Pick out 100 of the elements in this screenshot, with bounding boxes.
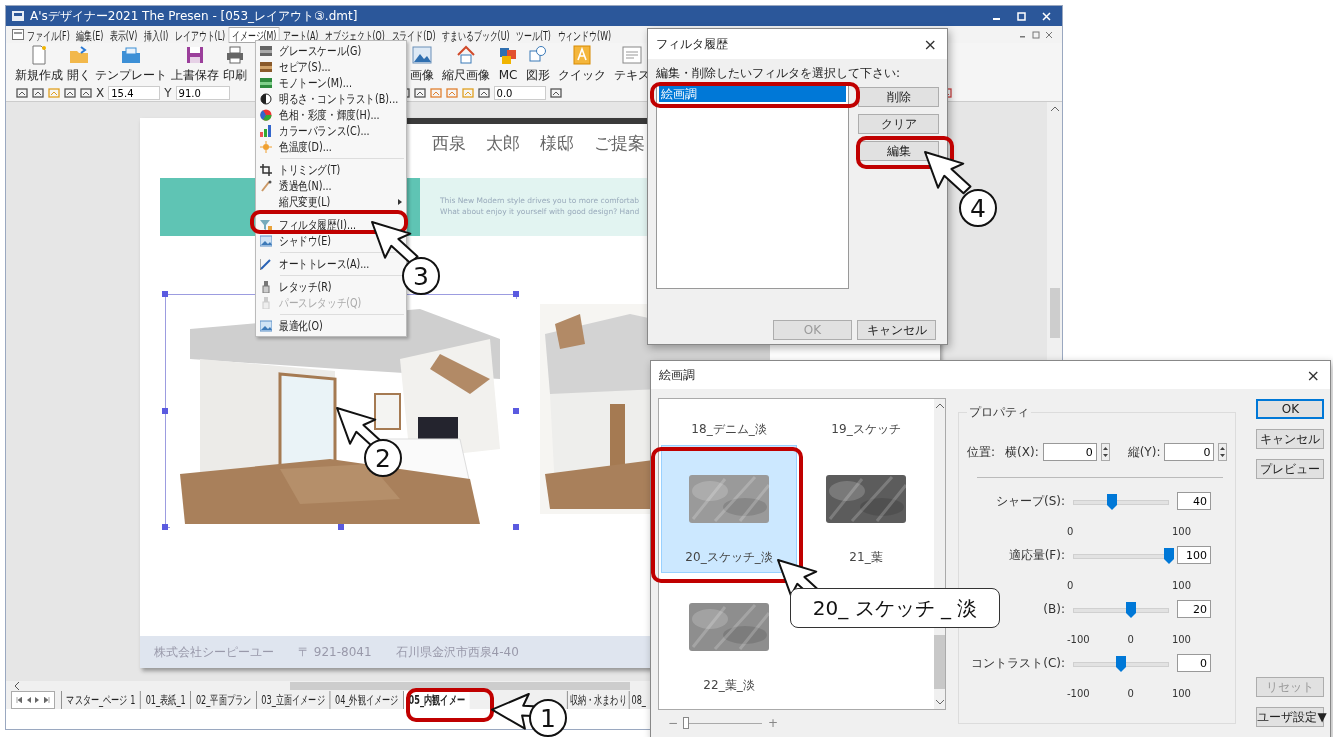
menu-item[interactable]: すまいるブック(U) — [438, 26, 513, 43]
scroll-thumb[interactable] — [1049, 288, 1060, 338]
swatch-icon — [260, 61, 272, 73]
toolbar-button[interactable]: 縮尺画像 — [440, 44, 492, 84]
toolbar-button[interactable]: クイック — [556, 44, 608, 84]
menu-item[interactable]: ファイル(F) — [24, 26, 73, 43]
zoom-out-label: − — [668, 716, 679, 730]
slider-thumb[interactable] — [1116, 656, 1126, 672]
child-window-controls-icon[interactable] — [1020, 29, 1054, 40]
rotation-field[interactable]: 0.0 — [493, 86, 546, 100]
resize-handle[interactable] — [162, 524, 168, 530]
spinner-icon[interactable] — [1100, 443, 1110, 461]
dialog-button[interactable]: 編集 — [858, 141, 939, 161]
brush-icon — [260, 281, 272, 293]
color-wheel-icon — [260, 109, 272, 121]
resize-handle[interactable] — [513, 291, 519, 297]
resize-handle[interactable] — [162, 408, 168, 414]
slider-label: 適応量(F): — [1008, 546, 1065, 564]
toolbar-button[interactable]: MC — [496, 46, 520, 82]
dialog-button[interactable]: プレビュー — [1256, 459, 1325, 479]
slider-thumb[interactable] — [1107, 494, 1118, 510]
heading-text: 様邸 — [540, 132, 574, 155]
tick-label: -100 — [1067, 634, 1090, 646]
value-field[interactable]: 40 — [1177, 492, 1211, 510]
menu-item[interactable]: セピア(S)... — [256, 59, 406, 75]
resize-handle[interactable] — [338, 524, 344, 530]
close-button[interactable]: × — [917, 34, 943, 54]
toolbar-button[interactable]: 画像 — [408, 44, 436, 84]
first-icon[interactable] — [16, 697, 22, 703]
scroll-left-icon[interactable] — [14, 682, 20, 690]
y-field[interactable]: 91.0 — [175, 86, 230, 100]
dialog-button[interactable]: OK — [1256, 399, 1325, 419]
slider-thumb[interactable] — [1125, 602, 1136, 618]
tick-label: 100 — [1171, 634, 1191, 646]
toolbar-button[interactable]: 印刷 — [222, 44, 248, 84]
menu-item[interactable]: 挿入(I) — [140, 26, 172, 43]
toolbar-button[interactable]: テンプレート — [94, 44, 168, 84]
menu-item[interactable]: トリミング(T) — [256, 162, 406, 178]
number-field[interactable]: 0 — [1164, 443, 1215, 461]
menu-item[interactable]: 表示(V) — [106, 26, 141, 43]
slider-label: シャープ(S): — [995, 492, 1065, 510]
resize-handle[interactable] — [162, 291, 168, 297]
app-icon — [12, 11, 24, 21]
spinner-icon[interactable] — [1218, 443, 1228, 461]
menu-item[interactable]: 縮尺変更(L) — [256, 194, 406, 210]
menu-item[interactable]: ウィンドウ(W) — [554, 26, 615, 43]
menu-item[interactable]: モノトーン(M)... — [256, 75, 406, 91]
menu-item[interactable]: 編集(E) — [73, 26, 107, 43]
image-icon — [260, 320, 272, 332]
slider-thumb[interactable] — [682, 717, 689, 729]
close-button[interactable]: × — [1300, 365, 1326, 385]
list-item[interactable]: 絵画調 — [659, 86, 846, 102]
menu-item[interactable]: レイアウト(L) — [171, 26, 229, 43]
scroll-thumb[interactable] — [934, 635, 945, 689]
gallery-item[interactable]: 19_スケッチ — [798, 399, 934, 445]
menu-item[interactable]: グレースケール(G) — [256, 43, 406, 59]
close-icon[interactable] — [1042, 11, 1051, 21]
menu-item[interactable]: 明るさ・コントラスト(B)... — [256, 91, 406, 107]
value-field[interactable]: 0 — [1177, 654, 1211, 672]
value-field[interactable]: 20 — [1177, 600, 1211, 618]
dialog-button[interactable]: クリア — [858, 114, 939, 134]
dialog-button[interactable]: ユーザ設定▼ — [1256, 707, 1325, 727]
field-label: 縦(Y): — [1127, 443, 1161, 461]
filter-icon — [260, 219, 272, 231]
heading-text: 西泉 — [432, 132, 466, 155]
number-field[interactable]: 0 — [1042, 443, 1097, 461]
x-field[interactable]: 15.4 — [108, 86, 161, 100]
x-label: X — [96, 86, 105, 100]
maximize-icon[interactable] — [1017, 11, 1026, 21]
slider-thumb[interactable] — [1164, 548, 1174, 564]
blocks-icon — [498, 46, 518, 66]
footer-text: 石川県金沢市西泉4-40 — [395, 643, 519, 661]
dialog-button[interactable]: キャンセル — [1256, 429, 1325, 449]
brush-icon — [260, 297, 272, 309]
menu-item[interactable]: 透過色(N)... — [256, 178, 406, 194]
dialog-button[interactable]: キャンセル — [857, 320, 936, 340]
toolbar-button[interactable]: 新規作成 — [14, 44, 64, 84]
scroll-up-icon[interactable] — [1050, 106, 1059, 112]
scroll-thumb[interactable] — [290, 682, 630, 690]
menu-item[interactable]: 色温度(D)... — [256, 139, 406, 155]
resize-handle[interactable] — [513, 524, 519, 530]
menu-item[interactable]: ツール(T) — [512, 26, 555, 43]
menu-item[interactable]: 色相・彩度・輝度(H)... — [256, 107, 406, 123]
field-label: 横(X): — [1005, 443, 1039, 461]
previous-icon[interactable] — [26, 697, 31, 703]
window-title: A'sデザイナー2021 The Presen - [053_レイアウト③.dmt] — [30, 7, 358, 25]
value-field[interactable]: 100 — [1177, 546, 1211, 564]
resize-handle[interactable] — [513, 408, 519, 414]
scroll-down-icon[interactable] — [935, 699, 944, 705]
dialog-button[interactable]: 削除 — [858, 87, 939, 107]
toolbar-button[interactable]: 開く — [66, 44, 92, 84]
next-icon[interactable] — [35, 697, 40, 703]
menu-item[interactable]: カラーバランス(C)... — [256, 123, 406, 139]
callout-label: 20_ スケッチ _ 淡 — [790, 588, 1000, 628]
last-icon[interactable] — [44, 697, 50, 703]
toolbar-button[interactable]: 図形 — [524, 44, 552, 84]
menu-item[interactable]: 最適化(O) — [256, 318, 406, 334]
scroll-up-icon[interactable] — [935, 403, 944, 409]
toolbar-button[interactable]: 上書保存 — [170, 44, 220, 84]
tick-label: 0 — [1127, 688, 1134, 700]
